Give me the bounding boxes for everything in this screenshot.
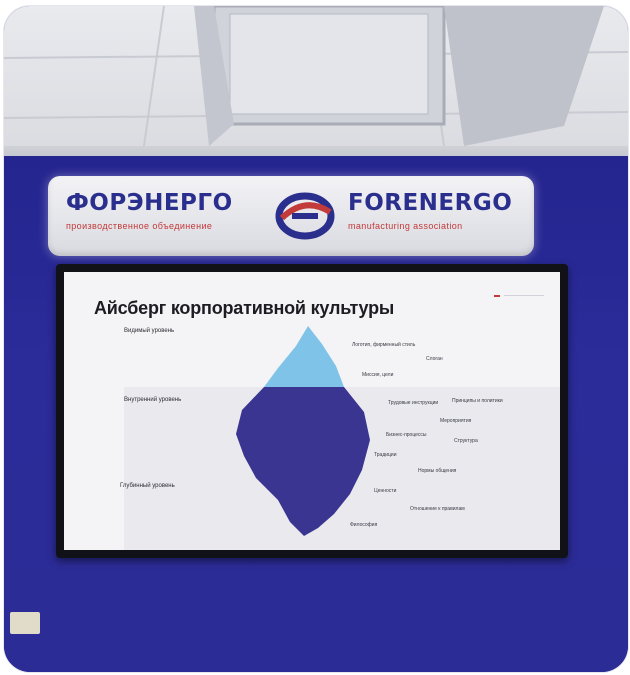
tag-slogan: Слоган bbox=[426, 356, 443, 362]
tag-structure: Структура bbox=[454, 438, 478, 444]
company-sign: ФОРЭНЕРГО производственное объединение F… bbox=[48, 176, 534, 256]
sign-name-ru: ФОРЭНЕРГО bbox=[66, 190, 233, 216]
sign-subtitle-ru: производственное объединение bbox=[66, 221, 213, 231]
sign-subtitle-en: manufacturing association bbox=[348, 221, 463, 231]
photo: ФОРЭНЕРГО производственное объединение F… bbox=[4, 6, 628, 672]
tag-policies: Принципы и политики bbox=[452, 398, 503, 404]
tag-traditions: Традиции bbox=[374, 452, 397, 458]
presentation-slide: Айсберг корпоративной культуры Видимый у… bbox=[64, 272, 560, 550]
forenergo-logo-icon bbox=[275, 192, 335, 240]
sign-name-en: FORENERGO bbox=[348, 190, 513, 216]
sign-ru: ФОРЭНЕРГО производственное объединение bbox=[66, 190, 266, 231]
tag-logo-style: Логотип, фирменный стиль bbox=[352, 342, 416, 348]
tag-communication: Нормы общения bbox=[418, 468, 457, 474]
tag-instructions: Трудовые инструкции bbox=[388, 400, 439, 406]
ceiling bbox=[4, 6, 628, 176]
tag-events: Мероприятия bbox=[440, 418, 472, 424]
tag-attitude-rules: Отношение к правилам bbox=[410, 506, 465, 512]
wall-outlet bbox=[10, 612, 40, 634]
iceberg-diagram bbox=[236, 326, 370, 536]
tag-philosophy: Философия bbox=[350, 522, 378, 528]
tag-values: Ценности bbox=[374, 488, 397, 494]
tag-business-processes: Бизнес-процессы bbox=[386, 432, 427, 438]
tv-display: Айсберг корпоративной культуры Видимый у… bbox=[56, 264, 568, 558]
sign-en: FORENERGO manufacturing association bbox=[348, 190, 528, 231]
iceberg-body bbox=[236, 387, 370, 536]
iceberg-tip bbox=[264, 326, 344, 387]
tag-mission: Миссия, цели bbox=[362, 372, 394, 378]
